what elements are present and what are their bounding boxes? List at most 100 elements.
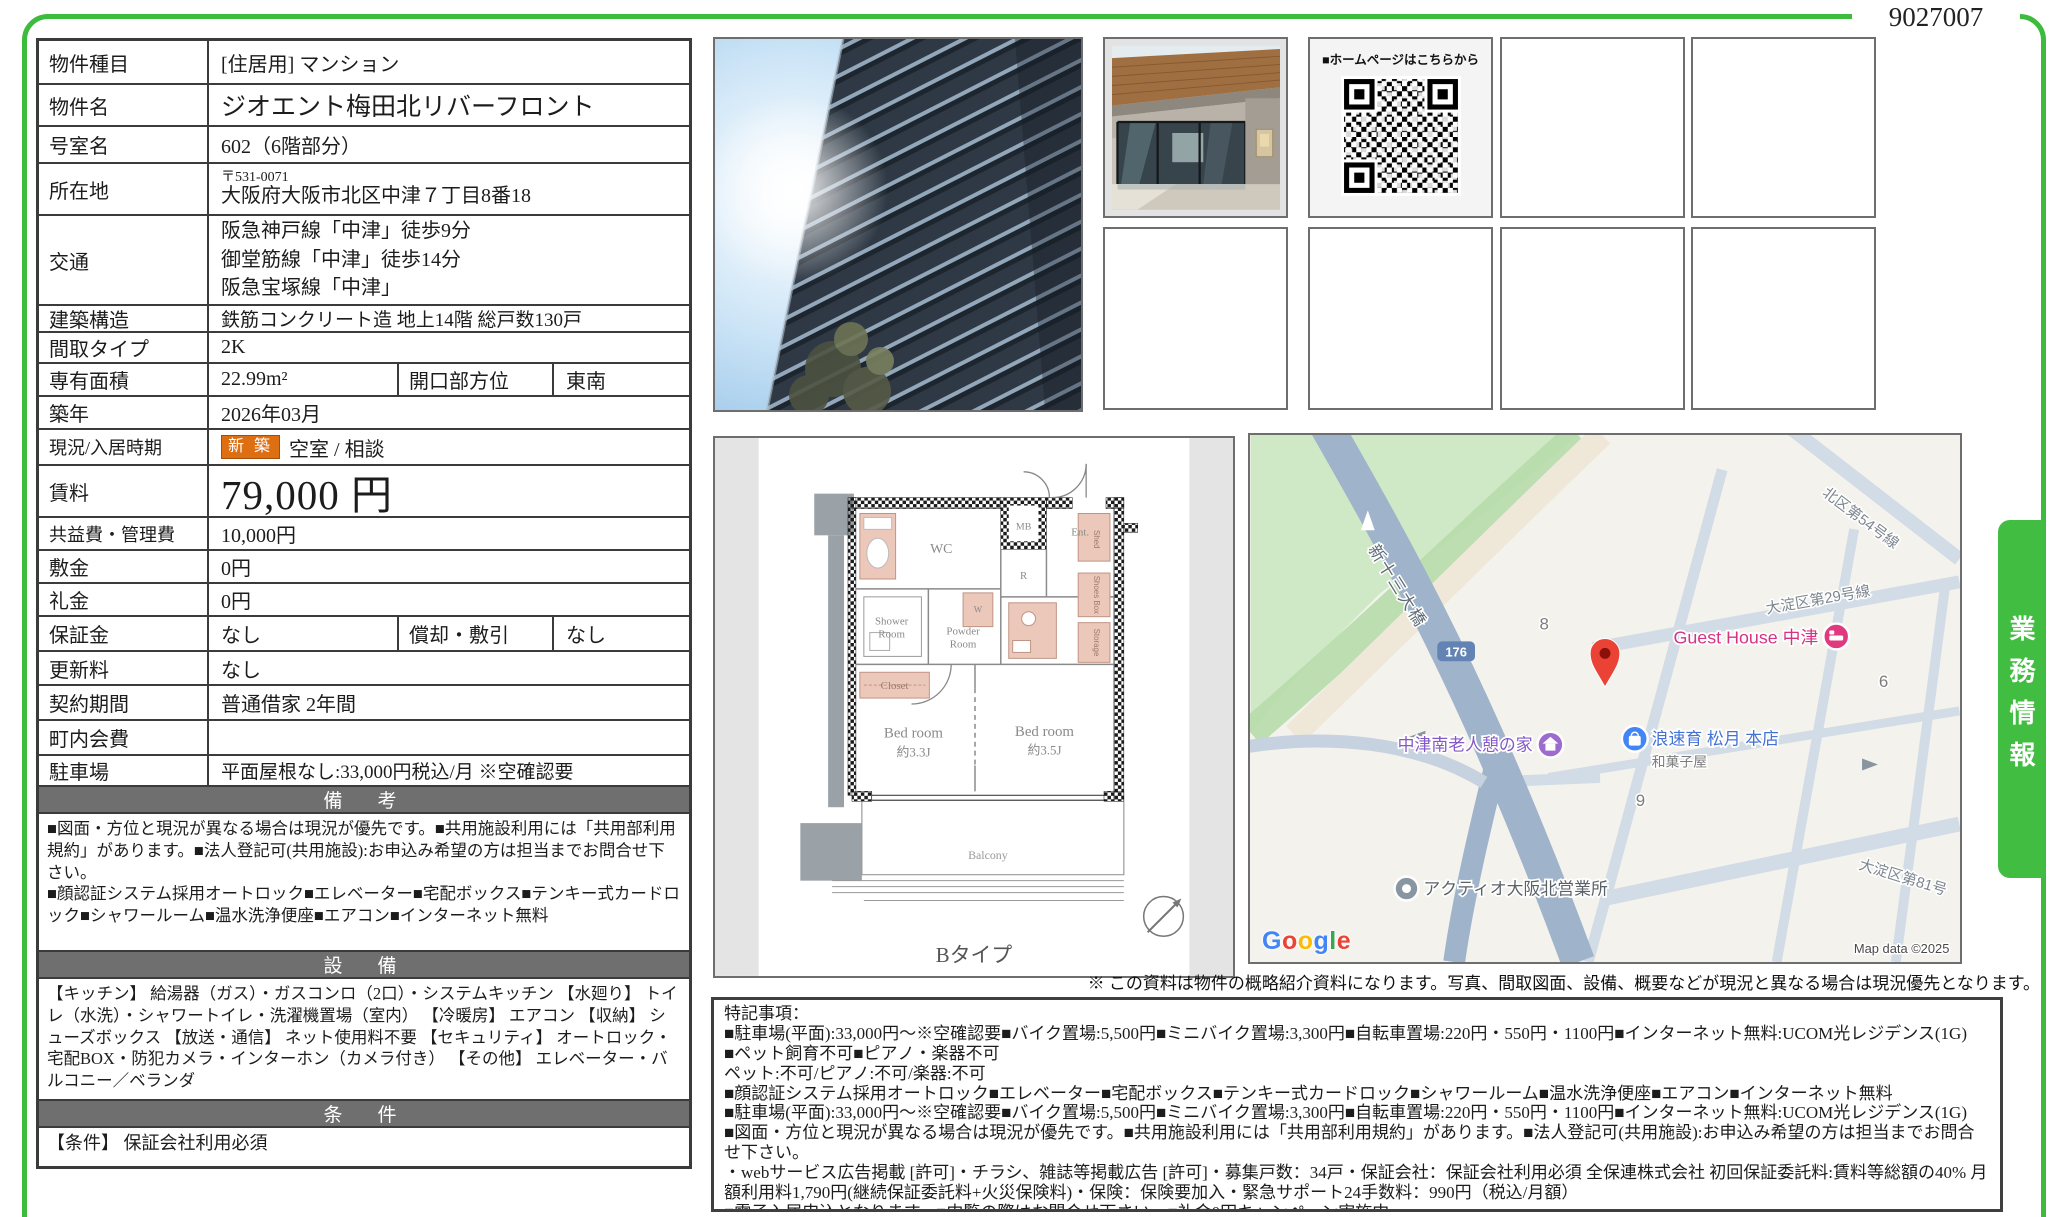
access-line: 御堂筋線「中津」徒歩14分 xyxy=(221,246,461,274)
remarks-paragraph: ■顔認証システム採用オートロック■エレベーター■宅配ボックス■テンキー式カードロ… xyxy=(47,883,681,927)
row-value: [住居用] マンション xyxy=(207,41,689,83)
row-label: 号室名 xyxy=(39,127,207,162)
property-info-table: 物件種目 [住居用] マンション 物件名 ジオエント梅田北リバーフロント 号室名… xyxy=(36,38,692,1169)
qr-code xyxy=(1341,76,1461,196)
poi-label-shop: 浪速育 松月 本店 xyxy=(1652,730,1779,749)
row-label: 交通 xyxy=(39,216,207,304)
table-row-address: 所在地 〒531-0071 大阪府大阪市北区中津７丁目8番18 xyxy=(39,164,689,216)
row-label: 現況/入居時期 xyxy=(39,430,207,464)
access-line: 阪急宝塚線「中津」 xyxy=(221,274,401,302)
special-notes-box: 特記事項： ■駐車場(平面):33,000円〜※空確認要■バイク置場:5,500… xyxy=(711,997,2003,1212)
table-row-association: 町内会費 xyxy=(39,721,689,756)
poi-label-actio: アクティオ大阪北営業所 xyxy=(1423,880,1608,899)
row-label: 共益費・管理費 xyxy=(39,518,207,549)
new-build-badge: 新 築 xyxy=(221,435,280,458)
table-row-built: 築年 2026年03月 xyxy=(39,397,689,430)
special-notes-line: ■顔認証システム採用オートロック■エレベーター■宅配ボックス■テンキー式カードロ… xyxy=(724,1084,1990,1104)
row-value: 普通借家 2年間 xyxy=(207,686,689,719)
status-text: 空室 / 相談 xyxy=(289,433,385,462)
postal-code: 〒531-0071 xyxy=(221,170,289,185)
empty-photo-placeholder xyxy=(1103,227,1288,410)
google-logo: Google xyxy=(1262,927,1351,956)
table-row-name: 物件名 ジオエント梅田北リバーフロント xyxy=(39,85,689,127)
table-row-contract: 契約期間 普通借家 2年間 xyxy=(39,686,689,721)
remarks-header: 備 考 xyxy=(39,787,689,814)
row-value: 602（6階部分） xyxy=(207,127,689,162)
row-value: 2026年03月 xyxy=(207,397,689,428)
row-label: 所在地 xyxy=(39,164,207,214)
row-value: 平面屋根なし:33,000円税込/月 ※空確認要 xyxy=(207,756,689,785)
empty-photo-placeholder xyxy=(1500,37,1685,218)
row-label: 物件種目 xyxy=(39,41,207,83)
remarks-body: ■図面・方位と現況が異なる場合は現況が優先です。■共用施設利用には「共用部利用規… xyxy=(39,814,689,952)
property-name: ジオエント梅田北リバーフロント xyxy=(207,85,689,125)
room-label-shed: Shed xyxy=(1092,530,1101,549)
room-label-bedroom2: Bed room xyxy=(1015,724,1075,740)
qr-code-cell: ■ホームページはこちらから xyxy=(1308,37,1493,218)
pillar xyxy=(828,535,844,807)
floorplan-drawing: WC MB Ent. R W Shower Room Powder Room C… xyxy=(715,438,1233,976)
row-value: 2K xyxy=(207,333,689,362)
table-row-deposit: 敷金 0円 xyxy=(39,551,689,584)
remarks-paragraph: ■図面・方位と現況が異なる場合は現況が優先です。■共用施設利用には「共用部利用規… xyxy=(47,818,681,883)
table-row-layout: 間取タイプ 2K xyxy=(39,333,689,364)
access-line: 阪急神戸線「中津」徒歩9分 xyxy=(221,217,471,245)
disclaimer-note: ※ この資料は物件の概略紹介資料になります。写真、間取図面、設備、概要などが現況… xyxy=(600,969,2040,994)
table-row-room: 号室名 602（6階部分） xyxy=(39,127,689,164)
building-photo-image xyxy=(715,39,1081,410)
empty-photo-placeholder xyxy=(1691,37,1876,218)
row-label: 賃料 xyxy=(39,466,207,516)
entrance-photo-image xyxy=(1112,45,1280,210)
row-value: 阪急神戸線「中津」徒歩9分 御堂筋線「中津」徒歩14分 阪急宝塚線「中津」 xyxy=(207,216,689,304)
row-label-2: 開口部方位 xyxy=(397,364,552,395)
pillar xyxy=(800,823,862,881)
property-flyer-page: 9027007 業務情報 物件種目 [住居用] マンション 物件名 ジオエント梅… xyxy=(0,0,2056,1217)
special-notes-title: 特記事項： xyxy=(724,1004,1990,1024)
table-row-type: 物件種目 [住居用] マンション xyxy=(39,41,689,85)
room-label-w: W xyxy=(974,605,983,615)
table-row-rent: 賃料 79,000 円 xyxy=(39,466,689,518)
equipment-header: 設 備 xyxy=(39,952,689,979)
row-value: 0円 xyxy=(207,584,689,615)
row-label: 礼金 xyxy=(39,584,207,615)
conditions-body: 【条件】 保証会社利用必須 xyxy=(39,1128,689,1166)
block-number-9: 9 xyxy=(1636,791,1645,810)
row-value: 新 築 空室 / 相談 xyxy=(207,430,689,464)
poi-elderly-home-icon xyxy=(1538,732,1564,758)
row-value: 10,000円 xyxy=(207,518,689,549)
table-row-structure: 建築構造 鉄筋コンクリート造 地上14階 総戸数130戸 xyxy=(39,306,689,333)
row-value: なし xyxy=(207,617,397,650)
room-label-shoebox: Shoes Box xyxy=(1092,576,1101,614)
room-label-closet: Closet xyxy=(881,680,909,692)
map: 176 新十三大橋 北区第54号線 大淀区第29号線 大淀区第81号 8 6 9 xyxy=(1248,433,1962,964)
entrance-photo xyxy=(1103,37,1288,218)
equipment-body: 【キッチン】 給湯器（ガス）・ガスコンロ（2口）・システムキッチン 【水廻り】 … xyxy=(39,979,689,1101)
poi-label-elderly-home: 中津南老人憩の家 xyxy=(1398,736,1533,755)
room-label-ent: Ent. xyxy=(1071,526,1089,538)
map-image: 176 新十三大橋 北区第54号線 大淀区第29号線 大淀区第81号 8 6 9 xyxy=(1250,435,1960,962)
empty-photo-placeholder xyxy=(1308,227,1493,410)
rent-amount: 79,000 円 xyxy=(207,466,689,516)
room-label-powder: Powder xyxy=(946,626,980,638)
poi-shop-icon xyxy=(1622,726,1648,752)
map-copyright: Map data ©2025 xyxy=(1854,941,1950,956)
poi-label-shop-sub: 和菓子屋 xyxy=(1652,753,1708,769)
table-row-access: 交通 阪急神戸線「中津」徒歩9分 御堂筋線「中津」徒歩14分 阪急宝塚線「中津」 xyxy=(39,216,689,306)
room-label-balcony: Balcony xyxy=(968,848,1008,862)
special-notes-line: ペット:不可/ピアノ:不可/楽器:不可 xyxy=(724,1064,1990,1084)
floorplan-type-title: Bタイプ xyxy=(936,943,1013,967)
qr-label: ■ホームページはこちらから xyxy=(1322,49,1479,68)
row-value: 鉄筋コンクリート造 地上14階 総戸数130戸 xyxy=(207,306,689,331)
row-label: 駐車場 xyxy=(39,756,207,785)
address-text: 大阪府大阪市北区中津７丁目8番18 xyxy=(221,185,531,208)
special-notes-line: ■駐車場(平面):33,000円〜※空確認要■バイク置場:5,500円■ミニバイ… xyxy=(724,1103,1990,1163)
row-label: 間取タイプ xyxy=(39,333,207,362)
svg-text:Room: Room xyxy=(950,638,977,650)
conditions-header: 条 件 xyxy=(39,1101,689,1128)
table-row-parking: 駐車場 平面屋根なし:33,000円税込/月 ※空確認要 xyxy=(39,756,689,787)
room-label-shower: Shower xyxy=(875,616,909,628)
room-label-r: R xyxy=(1020,570,1028,582)
row-label: 保証金 xyxy=(39,617,207,650)
block-number-8: 8 xyxy=(1539,615,1548,634)
document-number: 9027007 xyxy=(1852,0,2020,34)
